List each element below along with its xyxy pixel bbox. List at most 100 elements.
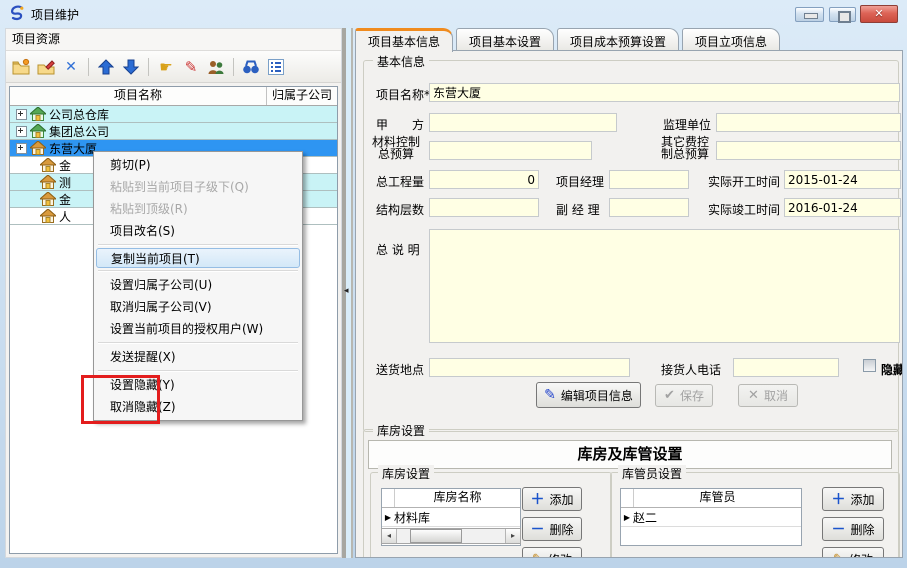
- structure-floors-label: 结构层数: [376, 201, 424, 218]
- rooms-add-label: 添加: [549, 491, 573, 508]
- keeper-name-cell: 赵二: [633, 509, 657, 526]
- tree-item-company-warehouse[interactable]: 公司总仓库: [10, 106, 337, 123]
- other-budget-label: 其它费控 制总预算: [661, 136, 709, 160]
- menu-item-unset-subsidiary[interactable]: 取消归属子公司(V): [96, 296, 300, 318]
- app-logo-icon: [9, 5, 25, 21]
- menu-item-cut[interactable]: 剪切(P): [96, 154, 300, 176]
- search-button[interactable]: [241, 57, 261, 77]
- delete-button[interactable]: ✕: [61, 57, 81, 77]
- maximize-button[interactable]: [829, 7, 856, 22]
- project-name-label: 项目名称*: [376, 86, 430, 103]
- menu-item-set-subsidiary[interactable]: 设置归属子公司(U): [96, 274, 300, 296]
- binoculars-icon: [242, 58, 260, 76]
- scroll-right-arrow-icon[interactable]: ▸: [505, 529, 520, 543]
- expand-plus-icon[interactable]: [16, 126, 27, 137]
- rename-button[interactable]: ✎: [181, 57, 201, 77]
- move-up-button[interactable]: [96, 57, 116, 77]
- edit-pen-icon: ✎: [544, 387, 556, 403]
- menu-item-set-auth-users[interactable]: 设置当前项目的授权用户(W): [96, 318, 300, 340]
- move-down-button[interactable]: [121, 57, 141, 77]
- menu-separator: [98, 244, 298, 246]
- menu-item-rename[interactable]: 项目改名(S): [96, 220, 300, 242]
- tab-cost-budget-settings[interactable]: 项目成本预算设置: [557, 28, 679, 52]
- total-quantity-input[interactable]: [429, 170, 539, 189]
- hand-icon: ☛: [159, 58, 172, 76]
- hand-select-button[interactable]: ☛: [156, 57, 176, 77]
- rooms-grid-row[interactable]: ▶ 材料库: [382, 508, 520, 527]
- receiver-phone-label: 接货人电话: [661, 361, 721, 378]
- tab-basic-info[interactable]: 项目基本信息: [355, 28, 453, 52]
- arrow-up-icon: [98, 59, 114, 75]
- tree-item-label: 东营大厦: [49, 140, 97, 157]
- menu-item-copy-current[interactable]: 复制当前项目(T): [96, 248, 300, 268]
- keepers-column-header: 库管员: [634, 489, 801, 507]
- room-name-cell: 材料库: [394, 509, 430, 526]
- project-manager-input[interactable]: [609, 170, 689, 189]
- keepers-add-button[interactable]: ＋ 添加: [822, 487, 884, 511]
- app-window: 项目维护 ✕ 项目资源 ✕ ☛ ✎: [0, 0, 907, 568]
- save-button[interactable]: ✔ 保存: [655, 384, 713, 407]
- expand-plus-icon[interactable]: [16, 109, 27, 120]
- collapse-left-icon[interactable]: ◂: [344, 286, 349, 296]
- new-folder-button[interactable]: [11, 57, 31, 77]
- rooms-add-button[interactable]: ＋ 添加: [522, 487, 582, 511]
- menu-item-paste-child: 粘贴到当前项目子级下(Q): [96, 176, 300, 198]
- minimize-button[interactable]: [795, 7, 824, 22]
- summary-textarea[interactable]: [429, 229, 900, 343]
- users-icon: [207, 58, 225, 76]
- keepers-grid-row[interactable]: ▶ 赵二: [621, 508, 801, 527]
- tab-basic-settings[interactable]: 项目基本设置: [456, 28, 554, 52]
- keepers-remove-button[interactable]: － 删除: [822, 517, 884, 541]
- other-budget-input[interactable]: [716, 141, 901, 160]
- left-panel-title: 项目资源: [6, 29, 341, 51]
- hide-checkbox-label: 隐藏: [881, 361, 903, 378]
- other-budget-label-line2: 制总预算: [661, 147, 709, 161]
- toolbar-separator: [148, 58, 149, 76]
- scrollbar-thumb[interactable]: [410, 529, 462, 543]
- title-bar: 项目维护 ✕: [0, 0, 907, 26]
- edit-folder-button[interactable]: [36, 57, 56, 77]
- tree-item-group-company[interactable]: 集团总公司: [10, 123, 337, 140]
- row-marker-column: [621, 489, 634, 507]
- minus-icon: －: [831, 519, 845, 539]
- hide-checkbox[interactable]: [863, 359, 876, 372]
- actual-finish-date-input[interactable]: [784, 198, 901, 217]
- tree-item-label: 金: [59, 157, 71, 174]
- users-button[interactable]: [206, 57, 226, 77]
- project-name-input[interactable]: [429, 83, 900, 102]
- expand-plus-icon[interactable]: [16, 143, 27, 154]
- rooms-modify-button[interactable]: ✎ 修改: [522, 547, 582, 558]
- column-project-name[interactable]: 项目名称: [10, 87, 267, 105]
- structure-floors-input[interactable]: [429, 198, 539, 217]
- menu-item-send-reminder[interactable]: 发送提醒(X): [96, 346, 300, 368]
- actual-start-date-input[interactable]: [784, 170, 901, 189]
- supervision-unit-input[interactable]: [716, 113, 901, 132]
- close-button[interactable]: ✕: [860, 5, 898, 23]
- current-row-marker-icon: ▶: [382, 513, 394, 522]
- material-budget-input[interactable]: [429, 141, 592, 160]
- orange-house-icon: [40, 158, 56, 172]
- column-subsidiary[interactable]: 归属子公司: [267, 87, 337, 105]
- keepers-remove-label: 删除: [850, 521, 874, 538]
- party-a-input[interactable]: [429, 113, 617, 132]
- scroll-left-arrow-icon[interactable]: ◂: [382, 529, 397, 543]
- edit-project-info-button[interactable]: ✎ 编辑项目信息: [536, 382, 641, 408]
- cancel-button[interactable]: ✕ 取消: [738, 384, 798, 407]
- rooms-column-header: 库房名称: [395, 489, 520, 507]
- keepers-add-label: 添加: [850, 491, 874, 508]
- green-house-icon: [30, 124, 46, 138]
- panel-splitter[interactable]: ◂: [342, 28, 353, 558]
- list-view-button[interactable]: [266, 57, 286, 77]
- delivery-place-input[interactable]: [429, 358, 630, 377]
- rooms-remove-button[interactable]: － 删除: [522, 517, 582, 541]
- material-budget-label: 材料控制 总预算: [372, 136, 420, 160]
- deputy-manager-input[interactable]: [609, 198, 689, 217]
- rooms-horizontal-scrollbar[interactable]: ◂ ▸: [381, 528, 521, 544]
- party-a-label: 甲 方: [376, 116, 424, 133]
- keepers-modify-button[interactable]: ✎ 修改: [822, 547, 884, 558]
- minus-icon: －: [530, 519, 544, 539]
- tab-project-approval-info[interactable]: 项目立项信息: [682, 28, 780, 52]
- material-budget-label-line2: 总预算: [378, 147, 414, 161]
- modify-pencil-icon: ✎: [833, 552, 844, 559]
- receiver-phone-input[interactable]: [733, 358, 839, 377]
